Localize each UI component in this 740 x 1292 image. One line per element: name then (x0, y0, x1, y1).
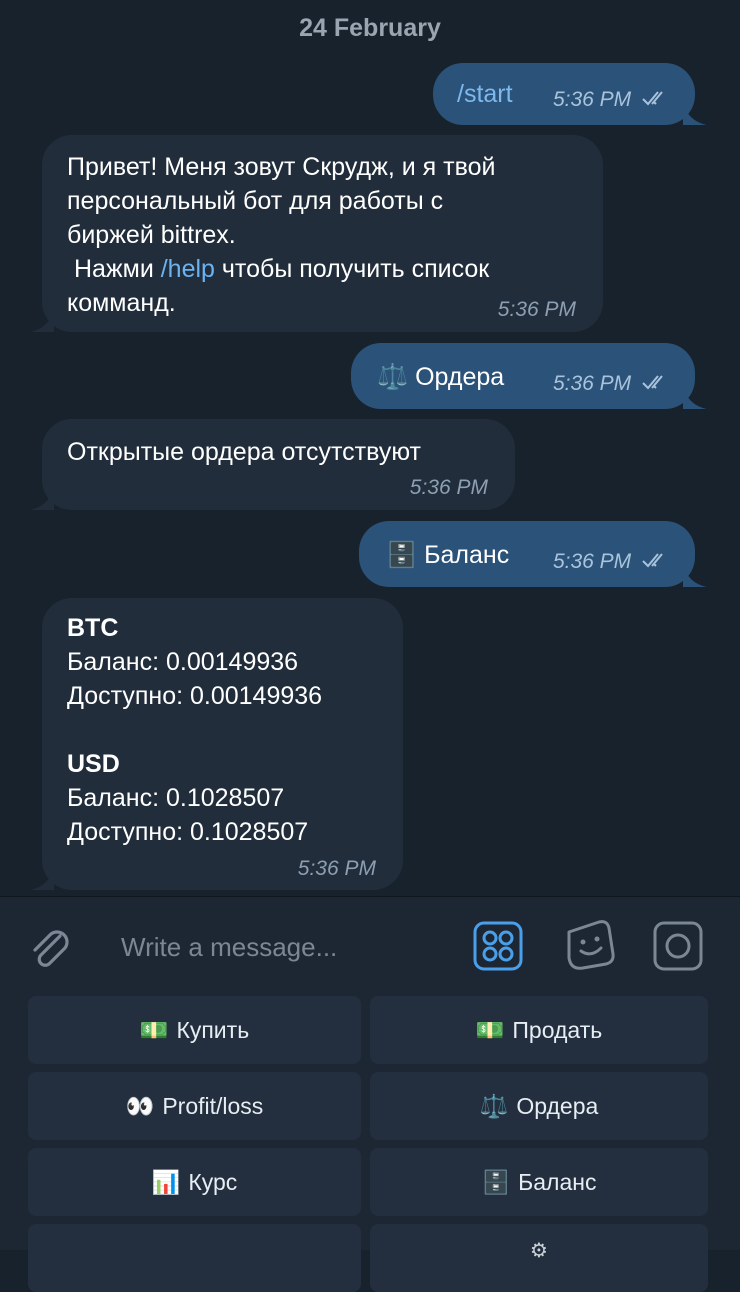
money-icon: 💵 (475, 1017, 505, 1044)
keyboard-button-buy[interactable]: 💵 Купить (28, 996, 361, 1064)
balance-line: Баланс: 0.1028507 (67, 784, 285, 812)
bubble-tail (30, 308, 54, 332)
help-link[interactable]: /help (161, 255, 215, 283)
eyes-icon: 👀 (125, 1093, 155, 1120)
gear-icon: ⚙ (530, 1240, 548, 1262)
currency-title: BTC (67, 614, 119, 642)
double-check-icon (642, 91, 663, 106)
message-time: 5:36 PM (497, 298, 576, 321)
date-header: 24 February (299, 14, 441, 42)
file-cabinet-icon: 🗄️ (386, 540, 418, 569)
money-icon: 💵 (139, 1017, 169, 1044)
keyboard-button-label: Баланс (518, 1168, 597, 1195)
bubble-tail (683, 385, 707, 409)
command-link[interactable]: /start (457, 80, 513, 108)
message-time: 5:36 PM (552, 372, 632, 395)
message-incoming: Открытые ордера отсутствуют 5:36 PM (30, 419, 515, 510)
message-outgoing[interactable]: ⚖️ Ордера 5:36 PM (351, 343, 707, 409)
scales-icon: ⚖️ (479, 1093, 509, 1120)
message-time: 5:36 PM (552, 88, 632, 111)
file-cabinet-icon: 🗄️ (481, 1169, 511, 1196)
message-text: Открытые ордера отсутствуют (67, 438, 421, 466)
message-composer (0, 897, 740, 995)
keyboard-button-balance[interactable]: 🗄️ Баланс (370, 1148, 708, 1216)
keyboard-button-partial[interactable]: ⚙ (370, 1224, 708, 1292)
bubble-tail (683, 563, 707, 587)
bar-chart-icon: 📊 (151, 1169, 181, 1196)
message-time: 5:36 PM (409, 476, 488, 499)
attach-icon[interactable] (24, 922, 74, 972)
keyboard-button-profit-loss[interactable]: 👀 Profit/loss (28, 1072, 361, 1140)
available-line: Доступно: 0.1028507 (67, 818, 309, 846)
message-line: Нажми /help чтобы получить список (67, 255, 490, 283)
bubble-tail (683, 101, 707, 125)
balance-line: Баланс: 0.00149936 (67, 648, 299, 676)
keyboard-button-rate[interactable]: 📊 Курс (28, 1148, 361, 1216)
sticker-icon[interactable] (561, 918, 615, 972)
message-text: Ордера (415, 363, 505, 391)
keyboard-button-orders[interactable]: ⚖️ Ордера (370, 1072, 708, 1140)
message-time: 5:36 PM (552, 550, 632, 573)
keyboard-button-sell[interactable]: 💵 Продать (370, 996, 708, 1064)
keyboard-button-label: Ордера (516, 1092, 599, 1119)
chat-area: 24 February /start 5:36 PM Привет! Меня … (0, 0, 740, 896)
available-line: Доступно: 0.00149936 (67, 682, 323, 710)
keyboard-button-label: Profit/loss (162, 1092, 264, 1119)
double-check-icon (642, 375, 663, 390)
currency-title: USD (67, 750, 120, 778)
keyboard-button-label: Купить (176, 1016, 250, 1043)
keyboard-button-label: Курс (188, 1168, 238, 1195)
bot-commands-icon[interactable] (473, 921, 523, 971)
bubble-tail (30, 486, 54, 510)
keyboard-button-partial[interactable] (28, 1224, 361, 1292)
message-input[interactable]: Write a message... (121, 932, 337, 963)
message-outgoing[interactable]: 🗄️ Баланс 5:36 PM (359, 521, 707, 587)
message-time: 5:36 PM (297, 857, 376, 880)
message-incoming: Привет! Меня зовут Скрудж, и я твой перс… (30, 135, 603, 332)
double-check-icon (642, 553, 663, 568)
message-outgoing[interactable]: /start 5:36 PM (433, 63, 707, 125)
message-line: биржей bittrex. (67, 221, 236, 249)
message-text: Баланс (424, 541, 510, 569)
camera-icon[interactable] (653, 921, 703, 971)
bubble-tail (30, 866, 54, 890)
message-line: персональный бот для работы с (67, 187, 444, 215)
message-line: Привет! Меня зовут Скрудж, и я твой (67, 153, 496, 181)
message-incoming: BTC Баланс: 0.00149936 Доступно: 0.00149… (30, 598, 403, 890)
keyboard-button-label: Продать (512, 1016, 603, 1043)
scales-icon: ⚖️ (377, 362, 409, 391)
